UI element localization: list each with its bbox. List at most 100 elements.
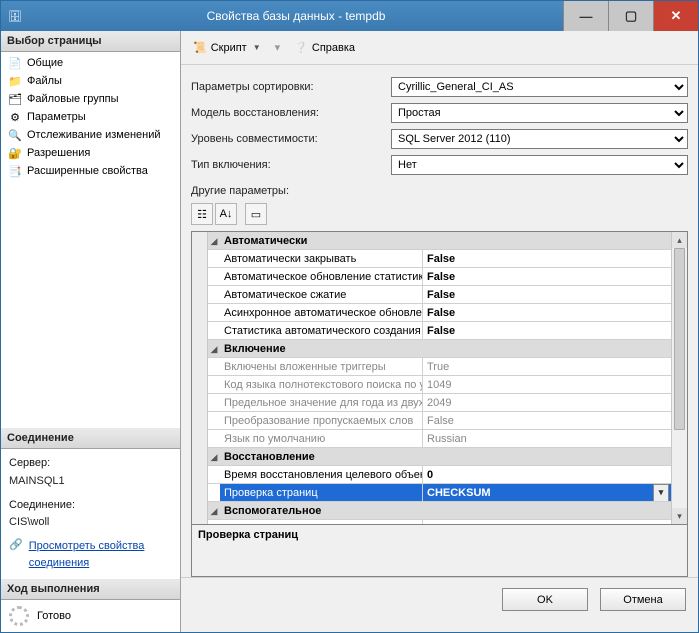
grid-gutter bbox=[192, 232, 208, 524]
grid-prop-name: Статистика автоматического создания bbox=[220, 322, 423, 339]
grid-category[interactable]: ◢Автоматически bbox=[208, 232, 671, 250]
grid-prop-value[interactable]: False bbox=[423, 268, 671, 285]
grid-row[interactable]: Проверка страницCHECKSUM bbox=[208, 484, 671, 502]
connection-value: CIS\woll bbox=[9, 514, 172, 532]
collation-select[interactable]: Cyrillic_General_CI_AS bbox=[391, 77, 688, 97]
alphabetical-view-button[interactable]: A↓ bbox=[215, 203, 237, 225]
grid-prop-name: Автоматически закрывать bbox=[220, 250, 423, 267]
grid-row[interactable]: Статистика автоматического созданияFalse bbox=[208, 322, 671, 340]
connection-header: Соединение bbox=[1, 428, 180, 449]
grid-row[interactable]: Предельное значение для года из двух ц20… bbox=[208, 394, 671, 412]
grid-prop-name: Асинхронное автоматическое обновлени bbox=[220, 304, 423, 321]
grid-category[interactable]: ◢Восстановление bbox=[208, 448, 671, 466]
grid-prop-value[interactable]: 1049 bbox=[423, 376, 671, 393]
property-description-title: Проверка страниц bbox=[198, 529, 681, 541]
recovery-label: Модель восстановления: bbox=[191, 107, 391, 119]
grid-row[interactable]: Автоматически закрыватьFalse bbox=[208, 250, 671, 268]
grid-category-title: Вспомогательное bbox=[220, 502, 423, 519]
page-item-0[interactable]: 📄Общие bbox=[1, 54, 180, 72]
grid-category[interactable]: ◢Включение bbox=[208, 340, 671, 358]
collapse-icon[interactable]: ◢ bbox=[208, 232, 220, 249]
grid-category[interactable]: ◢Вспомогательное bbox=[208, 502, 671, 520]
containment-label: Тип включения: bbox=[191, 159, 391, 171]
recovery-select[interactable]: Простая bbox=[391, 103, 688, 123]
progress-spinner-icon bbox=[9, 606, 29, 626]
grid-row[interactable]: ANSI NULL по умолчаниюFalse bbox=[208, 520, 671, 524]
database-icon: 🗄 bbox=[1, 1, 29, 31]
help-button[interactable]: ❔ Справка bbox=[290, 39, 359, 56]
help-label: Справка bbox=[312, 42, 355, 54]
grid-row[interactable]: Включены вложенные триггерыTrue bbox=[208, 358, 671, 376]
page-item-icon: 📑 bbox=[7, 163, 23, 179]
grid-prop-value[interactable]: False bbox=[423, 520, 671, 524]
view-connection-properties-link[interactable]: Просмотреть свойства соединения bbox=[29, 538, 172, 573]
scrollbar-thumb[interactable] bbox=[674, 248, 685, 430]
page-item-icon: 🔍 bbox=[7, 127, 23, 143]
property-grid-toolbar: ☷ A↓ ▭ bbox=[191, 201, 688, 231]
scroll-down-icon[interactable]: ▾ bbox=[672, 508, 687, 524]
page-item-1[interactable]: 📁Файлы bbox=[1, 72, 180, 90]
vertical-scrollbar[interactable]: ▴ ▾ bbox=[671, 232, 687, 524]
script-label: Скрипт bbox=[211, 42, 247, 54]
maximize-button[interactable]: ▢ bbox=[608, 1, 653, 31]
property-grid[interactable]: ◢АвтоматическиАвтоматически закрыватьFal… bbox=[191, 231, 688, 525]
page-item-label: Файлы bbox=[27, 75, 62, 87]
connection-props-icon: 🔗 bbox=[9, 538, 23, 554]
server-label: Сервер: bbox=[9, 455, 172, 473]
grid-prop-value[interactable]: CHECKSUM bbox=[423, 484, 671, 501]
minimize-button[interactable]: — bbox=[563, 1, 608, 31]
containment-select[interactable]: Нет bbox=[391, 155, 688, 175]
close-button[interactable]: ✕ bbox=[653, 1, 698, 31]
grid-row[interactable]: Время восстановления целевого объекта0 bbox=[208, 466, 671, 484]
grid-prop-name: Автоматическое обновление статистики bbox=[220, 268, 423, 285]
page-item-6[interactable]: 📑Расширенные свойства bbox=[1, 162, 180, 180]
page-item-2[interactable]: 🗂Файловые группы bbox=[1, 90, 180, 108]
scroll-up-icon[interactable]: ▴ bbox=[672, 232, 687, 248]
script-button[interactable]: 📜 Скрипт ▼ bbox=[189, 39, 265, 56]
collapse-icon[interactable]: ◢ bbox=[208, 340, 220, 357]
window-title: Свойства базы данных - tempdb bbox=[29, 1, 563, 31]
grid-prop-name: Проверка страниц bbox=[220, 484, 423, 501]
grid-prop-value[interactable]: False bbox=[423, 286, 671, 303]
grid-row[interactable]: Автоматическое сжатиеFalse bbox=[208, 286, 671, 304]
grid-row[interactable]: Автоматическое обновление статистикиFals… bbox=[208, 268, 671, 286]
collapse-icon[interactable]: ◢ bbox=[208, 502, 220, 519]
grid-prop-value[interactable]: False bbox=[423, 322, 671, 339]
page-item-icon: ⚙ bbox=[7, 109, 23, 125]
compat-label: Уровень совместимости: bbox=[191, 133, 391, 145]
grid-prop-value[interactable]: Russian bbox=[423, 430, 671, 447]
property-pages-button[interactable]: ▭ bbox=[245, 203, 267, 225]
page-item-5[interactable]: 🔐Разрешения bbox=[1, 144, 180, 162]
grid-prop-value[interactable]: False bbox=[423, 412, 671, 429]
grid-prop-name: Время восстановления целевого объекта bbox=[220, 466, 423, 483]
page-item-3[interactable]: ⚙ Параметры bbox=[1, 108, 180, 126]
pages-header: Выбор страницы bbox=[1, 31, 180, 52]
toolbar: 📜 Скрипт ▼ ▾ ❔ Справка bbox=[181, 31, 698, 65]
cancel-button[interactable]: Отмена bbox=[600, 588, 686, 611]
page-item-label: Параметры bbox=[27, 111, 86, 123]
connection-label: Соединение: bbox=[9, 497, 172, 515]
grid-prop-name: ANSI NULL по умолчанию bbox=[220, 520, 423, 524]
grid-prop-name: Код языка полнотекстового поиска по ум bbox=[220, 376, 423, 393]
other-params-label: Другие параметры: bbox=[191, 179, 688, 201]
categorized-view-button[interactable]: ☷ bbox=[191, 203, 213, 225]
compat-select[interactable]: SQL Server 2012 (110) bbox=[391, 129, 688, 149]
grid-row[interactable]: Язык по умолчаниюRussian bbox=[208, 430, 671, 448]
grid-prop-value[interactable]: 0 bbox=[423, 466, 671, 483]
grid-prop-name: Включены вложенные триггеры bbox=[220, 358, 423, 375]
collation-label: Параметры сортировки: bbox=[191, 81, 391, 93]
dropdown-icon: ▼ bbox=[253, 43, 261, 52]
grid-prop-value[interactable]: False bbox=[423, 250, 671, 267]
page-item-4[interactable]: 🔍Отслеживание изменений bbox=[1, 126, 180, 144]
grid-prop-value[interactable]: True bbox=[423, 358, 671, 375]
page-item-label: Файловые группы bbox=[27, 93, 119, 105]
ok-button[interactable]: OK bbox=[502, 588, 588, 611]
property-description: Проверка страниц bbox=[191, 525, 688, 577]
grid-row[interactable]: Асинхронное автоматическое обновлениFals… bbox=[208, 304, 671, 322]
grid-row[interactable]: Код языка полнотекстового поиска по ум10… bbox=[208, 376, 671, 394]
collapse-icon[interactable]: ◢ bbox=[208, 448, 220, 465]
grid-prop-value[interactable]: False bbox=[423, 304, 671, 321]
grid-prop-value[interactable]: 2049 bbox=[423, 394, 671, 411]
grid-prop-name: Автоматическое сжатие bbox=[220, 286, 423, 303]
grid-row[interactable]: Преобразование пропускаемых словFalse bbox=[208, 412, 671, 430]
